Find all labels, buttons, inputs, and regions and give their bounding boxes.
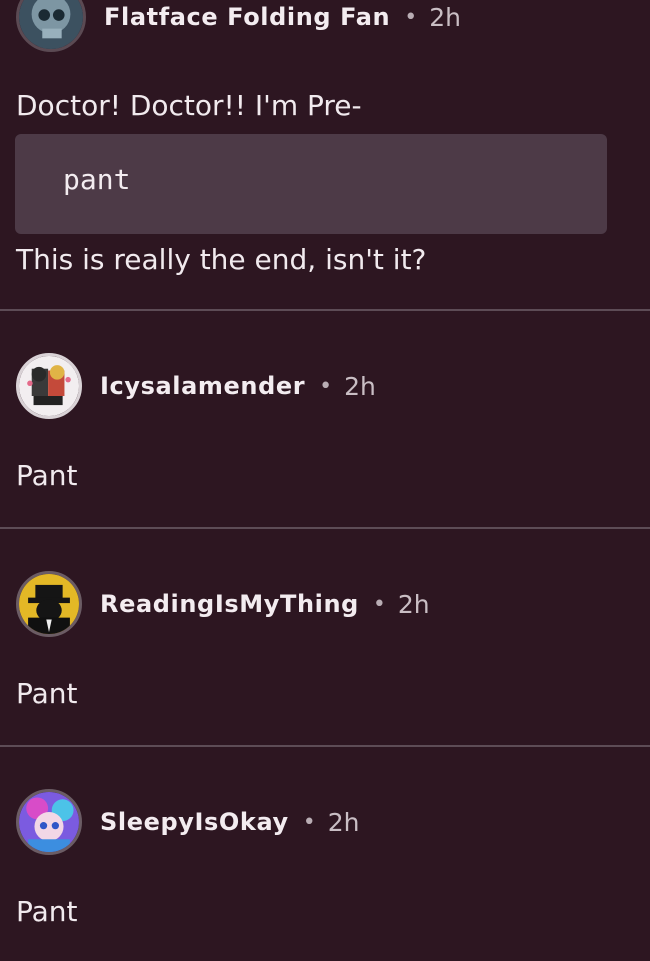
separator-dot: • <box>319 373 333 399</box>
comment-text-continued: This is really the end, isn't it? <box>16 243 427 276</box>
username[interactable]: Icysalamender <box>100 372 305 400</box>
skull-avatar-icon <box>19 0 83 49</box>
username[interactable]: Flatface Folding Fan <box>104 3 390 31</box>
timestamp: 2h <box>327 807 360 837</box>
comment-item: SleepyIsOkay • 2h Pant <box>0 747 650 961</box>
code-block: pant <box>15 134 607 234</box>
comment-header: Flatface Folding Fan • 2h <box>16 0 461 52</box>
comment-item: Flatface Folding Fan • 2h Doctor! Doctor… <box>0 0 650 311</box>
code-text: pant <box>63 163 131 196</box>
comment-header: Icysalamender • 2h <box>16 351 376 421</box>
comment-text: Pant <box>16 677 78 710</box>
comment-text: Pant <box>16 895 78 928</box>
comment-item: ReadingIsMyThing • 2h Pant <box>0 529 650 747</box>
comment-text: Doctor! Doctor!! I'm Pre- <box>16 89 362 122</box>
avatar[interactable] <box>16 0 86 52</box>
avatar[interactable] <box>16 789 82 855</box>
character-avatar-icon <box>19 356 79 416</box>
comment-text: Pant <box>16 459 78 492</box>
anime-avatar-icon <box>19 792 79 852</box>
separator-dot: • <box>372 591 386 617</box>
separator-dot: • <box>302 809 316 835</box>
timestamp: 2h <box>397 589 430 619</box>
comment-feed: Flatface Folding Fan • 2h Doctor! Doctor… <box>0 0 650 961</box>
comment-item: Icysalamender • 2h Pant <box>0 311 650 529</box>
username[interactable]: ReadingIsMyThing <box>100 590 359 618</box>
hat-figure-avatar-icon <box>19 574 79 634</box>
comment-header: SleepyIsOkay • 2h <box>16 787 360 857</box>
separator-dot: • <box>404 4 418 30</box>
avatar[interactable] <box>16 353 82 419</box>
timestamp: 2h <box>344 371 376 401</box>
timestamp: 2h <box>429 2 461 32</box>
comment-header: ReadingIsMyThing • 2h <box>16 569 430 639</box>
username[interactable]: SleepyIsOkay <box>100 808 289 836</box>
avatar[interactable] <box>16 571 82 637</box>
